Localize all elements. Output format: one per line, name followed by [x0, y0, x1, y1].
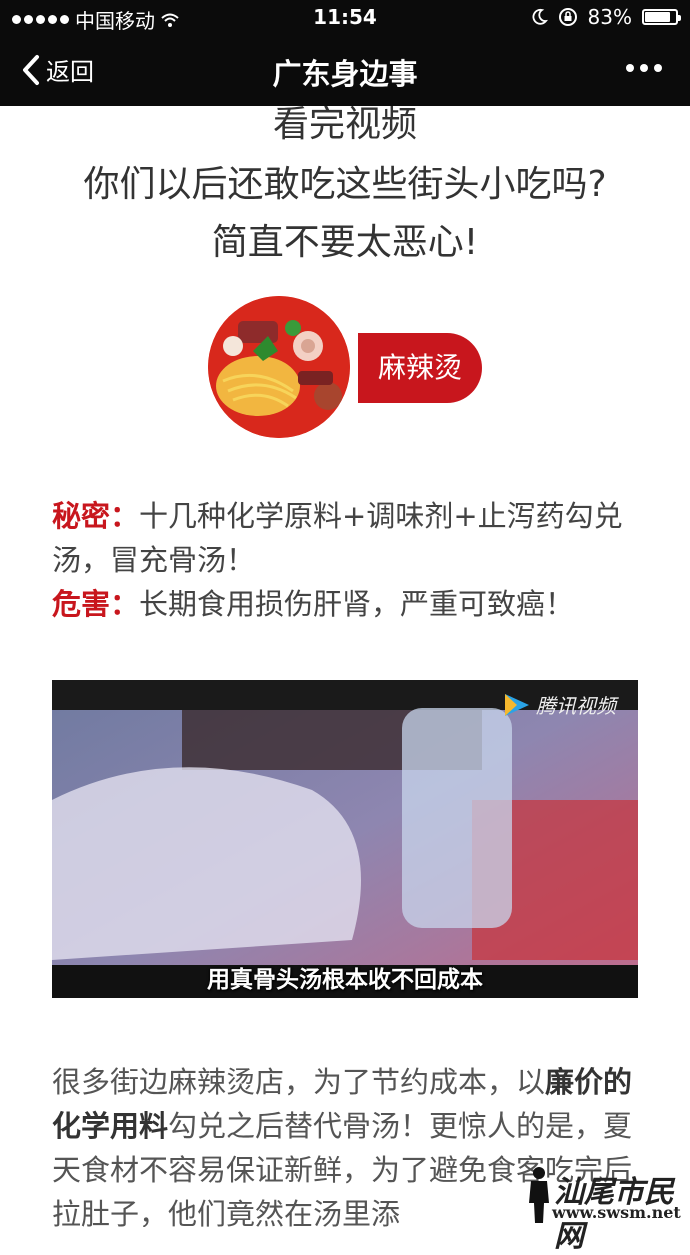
secret-label: 秘密：	[52, 499, 140, 533]
video-subtitle: 用真骨头汤根本收不回成本	[207, 967, 483, 993]
rotation-lock-icon	[558, 8, 577, 26]
harm-paragraph: 危害：长期食用损伤肝肾，严重可致癌！	[52, 582, 652, 626]
harm-label: 危害：	[52, 587, 140, 621]
logo-text: 腾讯视频	[536, 694, 616, 718]
headline-line-3: 简直不要太恶心!	[211, 222, 479, 263]
headline-line-1: 看完视频	[272, 106, 417, 145]
video-player[interactable]: 腾讯视频 用真骨头汤根本收不回成本	[52, 680, 638, 998]
article-content: 看完视频 你们以后还敢吃这些街头小吃吗? 简直不要太恶心! 麻辣烫 秘密：十几种…	[0, 106, 690, 1227]
play-logo-icon	[505, 693, 529, 716]
dish-tag: 麻辣烫	[358, 333, 482, 403]
more-menu-button[interactable]	[626, 64, 662, 72]
battery-percent: 83%	[587, 5, 632, 29]
body-text-part-1: 很多街边麻辣烫店，为了节约成本，以	[52, 1065, 546, 1099]
moon-icon	[532, 8, 548, 25]
person-silhouette-icon	[529, 1167, 549, 1223]
battery-icon	[642, 9, 681, 25]
secret-paragraph: 秘密：十几种化学原料+调味剂+止泻药勾兑汤，冒充骨汤！	[52, 494, 652, 582]
watermark: 汕尾市民网 www.swsm.net	[524, 1165, 684, 1254]
food-image	[208, 296, 350, 438]
headline-line-2: 你们以后还敢吃这些街头小吃吗?	[83, 164, 607, 205]
tencent-video-logo: 腾讯视频	[502, 690, 616, 719]
page-title: 广东身边事	[272, 57, 418, 91]
nav-bar: 返回 广东身边事	[0, 34, 690, 106]
video-frame	[52, 680, 638, 998]
status-bar: 中国移动 11:54 83%	[0, 0, 690, 34]
harm-text: 长期食用损伤肝肾，严重可致癌！	[139, 587, 575, 621]
watermark-url: www.swsm.net	[552, 1203, 681, 1222]
